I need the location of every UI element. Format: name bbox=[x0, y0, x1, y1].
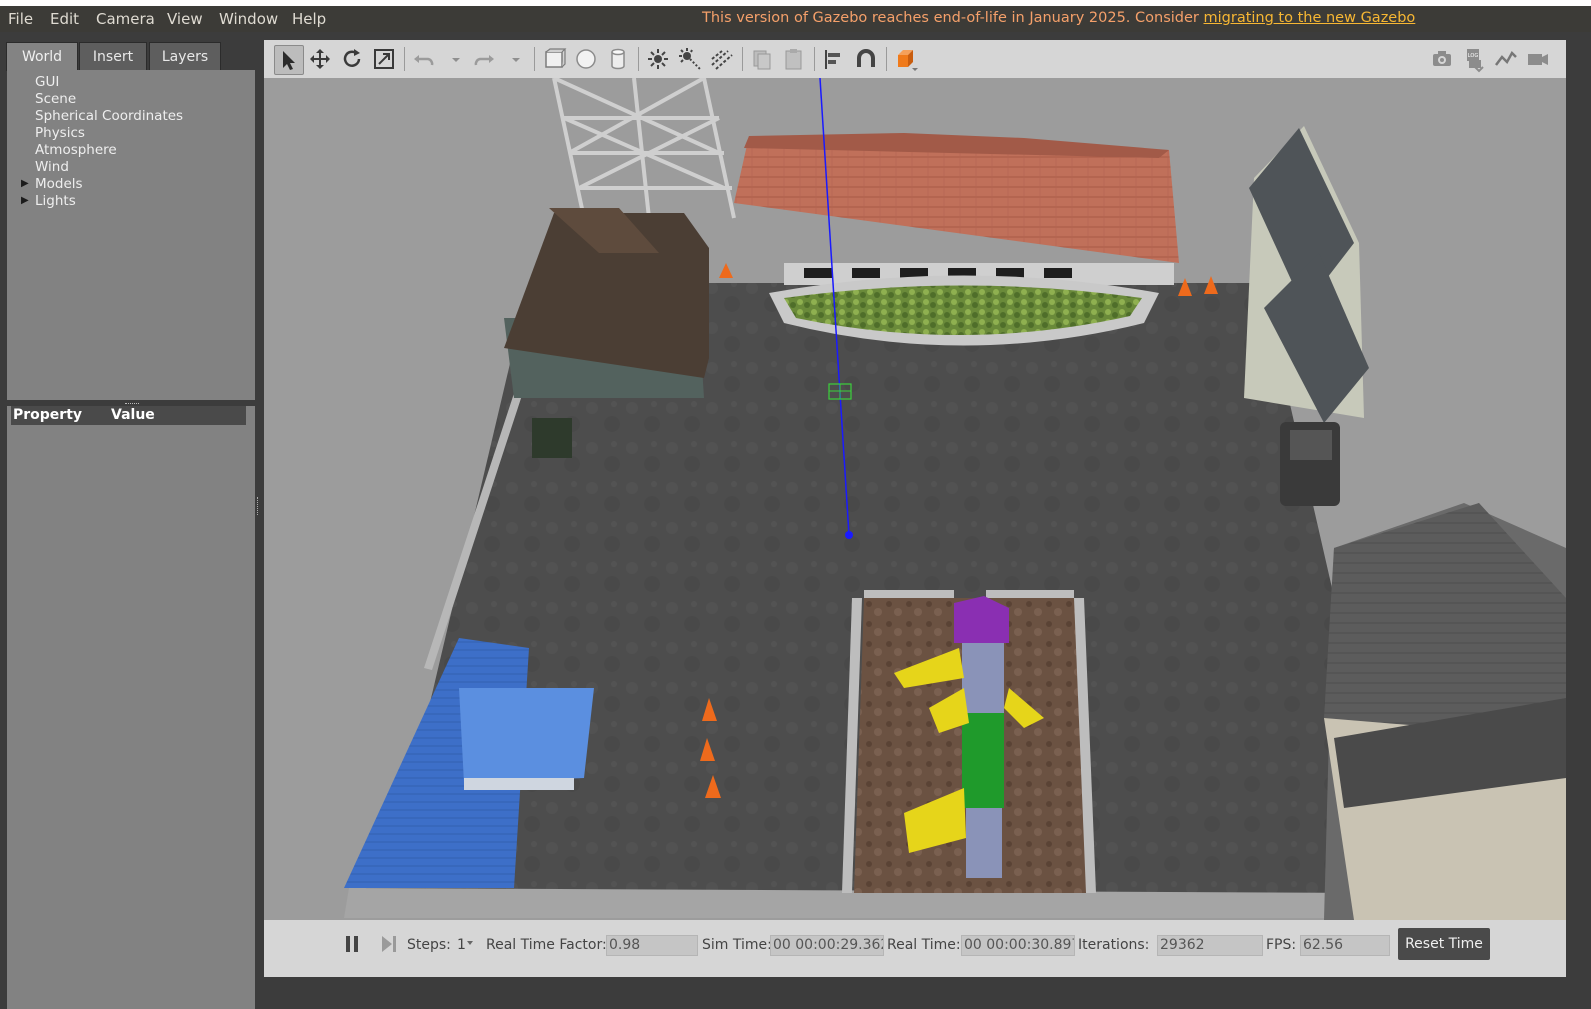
cylinder-icon[interactable] bbox=[604, 45, 632, 73]
select-mode-icon[interactable] bbox=[274, 45, 304, 75]
real-time-factor-label: Real Time Factor: bbox=[486, 937, 607, 953]
box-icon[interactable] bbox=[540, 45, 568, 73]
tree-item-models[interactable]: Models bbox=[35, 176, 83, 192]
plot-icon[interactable] bbox=[1492, 45, 1520, 73]
simulation-status-bar: Steps: 1 Real Time Factor: 0.98 Sim Time… bbox=[264, 920, 1566, 977]
right-window-edge bbox=[1566, 32, 1591, 977]
end-of-life-notice: This version of Gazebo reaches end-of-li… bbox=[702, 10, 1415, 26]
spot-light-icon[interactable] bbox=[676, 45, 704, 73]
menu-file[interactable]: File bbox=[8, 10, 33, 28]
property-panel: Property Value bbox=[7, 406, 255, 1009]
align-icon[interactable] bbox=[820, 45, 848, 73]
real-time-field: 00 00:00:30.897 bbox=[961, 935, 1075, 956]
tree-item-wind[interactable]: Wind bbox=[35, 159, 69, 175]
menu-camera[interactable]: Camera bbox=[96, 10, 155, 28]
world-tree: GUI Scene Spherical Coordinates Physics … bbox=[7, 70, 255, 400]
undo-dropdown-icon[interactable] bbox=[442, 45, 460, 73]
menu-window[interactable]: Window bbox=[219, 10, 278, 28]
tab-world[interactable]: World bbox=[6, 42, 78, 71]
toolbar-separator bbox=[886, 47, 887, 71]
iterations-label: Iterations: bbox=[1078, 937, 1150, 953]
undo-icon[interactable] bbox=[410, 45, 438, 73]
steps-label: Steps: bbox=[407, 937, 451, 953]
scale-mode-icon[interactable] bbox=[370, 45, 398, 73]
expand-arrow-icon[interactable]: ▶ bbox=[21, 178, 29, 189]
fps-label: FPS: bbox=[1266, 937, 1297, 953]
property-column-header: Property bbox=[13, 407, 83, 423]
tree-item-atmosphere[interactable]: Atmosphere bbox=[35, 142, 117, 158]
property-header: Property Value bbox=[11, 406, 246, 425]
real-time-factor-field: 0.98 bbox=[606, 935, 698, 956]
screenshot-icon[interactable] bbox=[1428, 45, 1456, 73]
tree-item-spherical-coordinates[interactable]: Spherical Coordinates bbox=[35, 108, 183, 124]
record-video-icon[interactable] bbox=[1524, 45, 1552, 73]
sphere-icon[interactable] bbox=[572, 45, 600, 73]
iterations-field: 29362 bbox=[1157, 935, 1263, 956]
toolbar-separator bbox=[742, 47, 743, 71]
real-time-label: Real Time: bbox=[887, 937, 961, 953]
log-icon[interactable]: LOG bbox=[1460, 45, 1488, 73]
toolbar: LOG bbox=[264, 40, 1566, 78]
vertical-splitter[interactable] bbox=[257, 32, 262, 977]
notice-text: This version of Gazebo reaches end-of-li… bbox=[702, 10, 1204, 26]
tree-item-scene[interactable]: Scene bbox=[35, 91, 76, 107]
toolbar-separator bbox=[638, 47, 639, 71]
toolbar-separator bbox=[534, 47, 535, 71]
sim-time-field: 00 00:00:29.362 bbox=[770, 935, 884, 956]
toolbar-separator bbox=[404, 47, 405, 71]
tab-layers[interactable]: Layers bbox=[149, 42, 221, 71]
tab-insert[interactable]: Insert bbox=[79, 42, 147, 71]
expand-arrow-icon[interactable]: ▶ bbox=[21, 195, 29, 206]
rotate-mode-icon[interactable] bbox=[338, 45, 366, 73]
svg-text:LOG: LOG bbox=[1468, 53, 1479, 59]
view-angle-icon[interactable] bbox=[892, 45, 920, 73]
pause-icon[interactable] bbox=[344, 935, 360, 953]
point-light-icon[interactable] bbox=[644, 45, 672, 73]
copy-icon[interactable] bbox=[748, 45, 776, 73]
directional-light-icon[interactable] bbox=[708, 45, 736, 73]
3d-scene-viewport[interactable] bbox=[264, 78, 1566, 920]
tree-item-physics[interactable]: Physics bbox=[35, 125, 85, 141]
scene-render bbox=[264, 78, 1566, 920]
menu-edit[interactable]: Edit bbox=[50, 10, 79, 28]
menu-bar: File Edit Camera View Window Help This v… bbox=[0, 6, 1591, 32]
value-column-header: Value bbox=[111, 407, 155, 423]
menu-view[interactable]: View bbox=[167, 10, 203, 28]
steps-value[interactable]: 1 bbox=[457, 937, 466, 953]
reset-time-button[interactable]: Reset Time bbox=[1398, 928, 1490, 960]
toolbar-separator bbox=[814, 47, 815, 71]
redo-icon[interactable] bbox=[470, 45, 498, 73]
snap-icon[interactable] bbox=[852, 45, 880, 73]
tree-item-lights[interactable]: Lights bbox=[35, 193, 76, 209]
sim-time-label: Sim Time: bbox=[702, 937, 772, 953]
fps-field: 62.56 bbox=[1300, 935, 1390, 956]
paste-icon[interactable] bbox=[780, 45, 808, 73]
translate-mode-icon[interactable] bbox=[306, 45, 334, 73]
migration-link[interactable]: migrating to the new Gazebo bbox=[1204, 10, 1416, 26]
redo-dropdown-icon[interactable] bbox=[502, 45, 520, 73]
left-panel: World Insert Layers GUI Scene Spherical … bbox=[0, 32, 262, 1009]
menu-help[interactable]: Help bbox=[292, 10, 326, 28]
tree-item-gui[interactable]: GUI bbox=[35, 74, 59, 90]
steps-dropdown-icon[interactable] bbox=[467, 941, 473, 945]
step-forward-icon[interactable] bbox=[380, 935, 398, 953]
